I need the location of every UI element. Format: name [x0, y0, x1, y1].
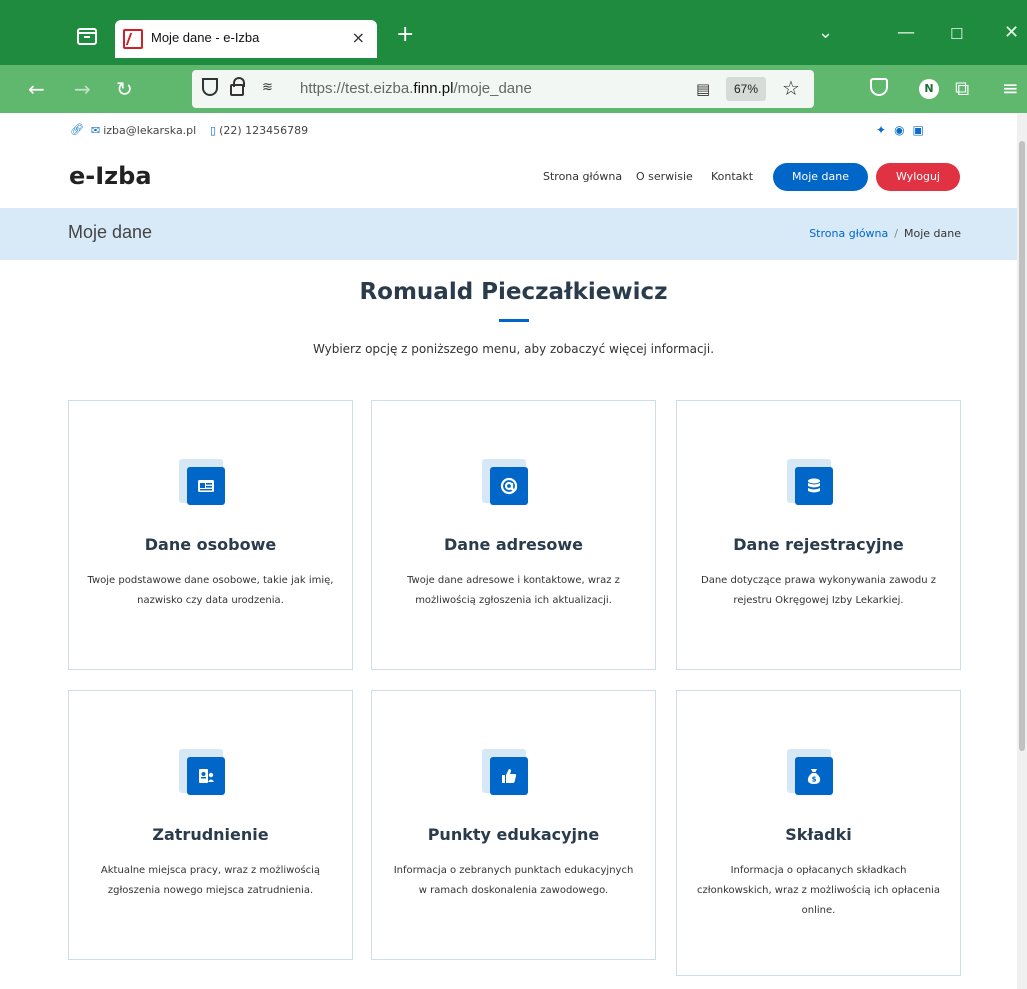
share-icon[interactable]: ⧉ [955, 76, 969, 100]
at-sign-icon [482, 459, 534, 511]
tab-close-button[interactable]: × [352, 28, 365, 47]
address-bar[interactable]: ≋ https://test.eizba.finn.pl/moje_dane ▤… [192, 70, 814, 108]
forward-arrow-icon[interactable]: → [74, 77, 91, 101]
link-icon: 🔗︎ [70, 123, 84, 136]
database-icon [787, 459, 839, 511]
nav-link-contact[interactable]: Kontakt [711, 170, 753, 183]
browser-tab-active[interactable]: Moje dane - e-Izba × [115, 20, 377, 58]
breadcrumb: Strona główna / Moje dane [809, 227, 961, 240]
card-personal-data[interactable]: Dane osobowe Twoje podstawowe dane osobo… [68, 400, 353, 670]
reload-icon[interactable]: ↻ [116, 77, 133, 101]
employee-badge-icon [179, 749, 231, 801]
close-window-button[interactable]: ✕ [1004, 22, 1019, 43]
card-description: Aktualne miejsca pracy, wraz z możliwośc… [100, 865, 321, 896]
page-title-bar: Moje dane Strona główna / Moje dane [0, 208, 1017, 260]
facebook-icon[interactable]: ◉ [894, 123, 912, 137]
card-address-data[interactable]: Dane adresowe Twoje dane adresowe i kont… [371, 400, 656, 670]
contact-phone[interactable]: ▯ (22) 123456789 [210, 124, 308, 137]
money-bag-icon: $ [787, 749, 839, 801]
browser-tab-strip: Moje dane - e-Izba × + ⌄ — ☐ ✕ [0, 0, 1027, 65]
user-full-name: Romuald Pieczałkiewicz [359, 279, 668, 305]
web-page: 🔗︎ ✉ izba@lekarska.pl ▯ (22) 123456789 ✦◉▣… [0, 113, 1017, 989]
account-avatar[interactable]: N [919, 79, 939, 99]
card-description: Informacja o opłacanych składkach członk… [697, 865, 940, 916]
social-links: ✦◉▣ [876, 123, 932, 137]
site-header: e-Izba Strona główna O serwisie Kontakt … [0, 148, 1017, 208]
card-description: Twoje dane adresowe i kontaktowe, wraz z… [407, 575, 620, 606]
card-employment[interactable]: Zatrudnienie Aktualne miejsca pracy, wra… [68, 690, 353, 960]
phone-icon: ▯ [210, 124, 217, 137]
page-title: Moje dane [68, 222, 153, 242]
thumbs-up-icon [482, 749, 534, 801]
breadcrumb-separator: / [894, 227, 898, 240]
site-logo[interactable]: e-Izba [69, 162, 152, 190]
contact-top-bar: 🔗︎ ✉ izba@lekarska.pl ▯ (22) 123456789 ✦◉▣ [0, 113, 1017, 148]
permissions-icon[interactable]: ≋ [262, 80, 273, 95]
tab-overview-icon[interactable] [76, 26, 98, 46]
svg-text:$: $ [812, 776, 817, 784]
card-title: Punkty edukacyjne [427, 825, 600, 844]
title-divider [499, 319, 529, 322]
nav-link-about[interactable]: O serwisie [636, 170, 693, 183]
bookmark-star-icon[interactable]: ☆ [782, 76, 800, 100]
url-text[interactable]: https://test.eizba.finn.pl/moje_dane [300, 80, 532, 97]
card-education-points[interactable]: Punkty edukacyjne Informacja o zebranych… [371, 690, 656, 960]
page-scrollbar[interactable] [1017, 113, 1027, 989]
padlock-icon[interactable] [230, 77, 245, 96]
nav-link-home[interactable]: Strona główna [543, 170, 622, 183]
pocket-icon[interactable] [870, 78, 888, 96]
card-description: Informacja o zebranych punktach edukacyj… [393, 865, 634, 896]
card-description: Dane dotyczące prawa wykonywania zawodu … [701, 575, 936, 606]
new-tab-button[interactable]: + [396, 22, 414, 47]
card-title: Składki [785, 825, 852, 844]
card-title: Dane osobowe [144, 535, 277, 554]
minimize-window-button[interactable]: — [897, 22, 915, 43]
tracking-protection-shield-icon[interactable] [202, 78, 218, 96]
card-title: Dane adresowe [443, 535, 584, 554]
logout-button[interactable]: Wyloguj [876, 163, 960, 191]
instagram-icon[interactable]: ▣ [913, 123, 932, 137]
zoom-level-indicator[interactable]: 67% [726, 77, 766, 101]
my-data-button[interactable]: Moje dane [773, 163, 868, 191]
card-description: Twoje podstawowe dane osobowe, takie jak… [87, 575, 334, 606]
tab-title: Moje dane - e-Izba [151, 30, 260, 45]
scrollbar-thumb[interactable] [1019, 141, 1025, 751]
card-membership-fees[interactable]: $ Składki Informacja o opłacanych składk… [676, 690, 961, 976]
breadcrumb-home-link[interactable]: Strona główna [809, 227, 888, 240]
maximize-window-button[interactable]: ☐ [950, 25, 963, 43]
card-title: Zatrudnienie [152, 825, 269, 844]
envelope-icon: ✉ [91, 124, 101, 137]
id-card-icon [179, 459, 231, 511]
tab-list-chevron-icon[interactable]: ⌄ [818, 22, 833, 43]
contact-email[interactable]: ✉ izba@lekarska.pl [91, 124, 196, 137]
back-arrow-icon[interactable]: ← [28, 77, 45, 101]
twitter-icon[interactable]: ✦ [876, 123, 894, 137]
hamburger-menu-icon[interactable]: ≡ [1002, 76, 1019, 100]
reader-view-icon[interactable]: ▤ [696, 80, 710, 98]
card-registration-data[interactable]: Dane rejestracyjne Dane dotyczące prawa … [676, 400, 961, 670]
site-favicon-icon [123, 29, 143, 49]
card-title: Dane rejestracyjne [733, 535, 904, 554]
page-instructions: Wybierz opcję z poniższego menu, aby zob… [312, 342, 715, 356]
breadcrumb-current: Moje dane [903, 227, 961, 240]
